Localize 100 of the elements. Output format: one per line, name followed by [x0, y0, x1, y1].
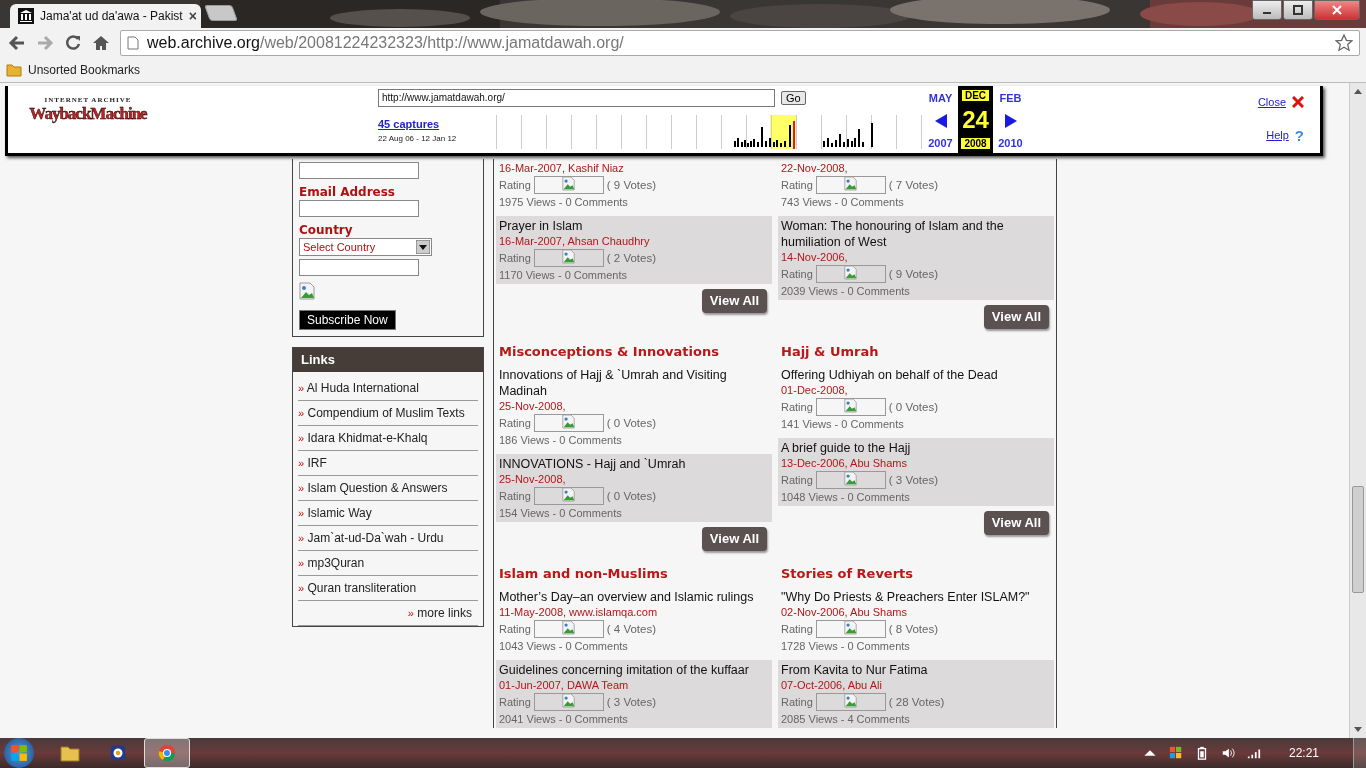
- section-title[interactable]: Islam and non-Muslims: [496, 565, 772, 583]
- name-input[interactable]: [299, 162, 419, 179]
- section-title[interactable]: Stories of Reverts: [778, 565, 1054, 583]
- reload-icon[interactable]: [64, 34, 82, 52]
- maximize-button[interactable]: [1283, 0, 1313, 20]
- article-title[interactable]: From Kavita to Nur Fatima: [781, 662, 1051, 678]
- close-tab-button[interactable]: ×: [188, 8, 197, 24]
- rating-label: Rating: [781, 623, 813, 635]
- subscribe-button[interactable]: Subscribe Now: [299, 310, 396, 330]
- field-label: Country: [299, 223, 353, 237]
- clock[interactable]: 22:21: [1288, 746, 1319, 760]
- browser-tab[interactable]: Jama'at ud da'awa - Pakist ×: [10, 4, 201, 28]
- more-links-link[interactable]: » more links: [298, 601, 478, 626]
- previous-month-link[interactable]: MAY: [928, 92, 953, 104]
- folder-icon[interactable]: [60, 744, 80, 762]
- article-date: 11-May-2008, www.islamqa.com: [499, 605, 659, 619]
- speaker-icon[interactable]: [1220, 746, 1235, 760]
- star-icon[interactable]: [1335, 34, 1353, 52]
- browser-icon[interactable]: [158, 744, 176, 762]
- article-title[interactable]: Offering Udhiyah on behalf of the Dead: [781, 367, 1051, 383]
- home-icon[interactable]: [92, 34, 110, 52]
- article-stats: 1170 Views - 0 Comments: [499, 268, 628, 283]
- sidebar-link[interactable]: » IRF: [298, 451, 478, 476]
- article-stats: 743 Views - 0 Comments: [781, 195, 905, 210]
- rating-label: Rating: [781, 696, 813, 708]
- sidebar-link[interactable]: » Jam`at-ud-Da`wah - Urdu: [298, 526, 478, 551]
- previous-arrow-icon[interactable]: [933, 112, 948, 129]
- close-window-button[interactable]: [1314, 0, 1360, 20]
- section-title[interactable]: Misconceptions & Innovations: [496, 343, 772, 361]
- view-all-button[interactable]: View All: [701, 527, 767, 551]
- country-select[interactable]: Select Country: [299, 238, 432, 256]
- view-all-button[interactable]: View All: [701, 289, 767, 313]
- bookmark-folder[interactable]: Unsorted Bookmarks: [6, 63, 141, 77]
- article-stats: 154 Views - 0 Comments: [499, 506, 623, 521]
- scrollbar[interactable]: [1349, 83, 1366, 738]
- help-link[interactable]: Help: [1266, 129, 1289, 141]
- article-date: 01-Dec-2008,: [781, 383, 849, 397]
- sidebar-link[interactable]: » Idara Khidmat-e-Khalq: [298, 426, 478, 451]
- close-icon[interactable]: [1292, 95, 1304, 108]
- article-title[interactable]: A brief guide to the Hajj: [781, 440, 1051, 456]
- article-stats: 1728 Views - 0 Comments: [781, 639, 911, 654]
- vote-count: ( 2 Votes): [606, 252, 656, 264]
- next-arrow-icon[interactable]: [1003, 112, 1018, 129]
- museum-icon: [18, 8, 34, 24]
- vote-count: ( 7 Votes): [888, 179, 938, 191]
- folder-icon[interactable]: [6, 63, 22, 77]
- section-title[interactable]: Hajj & Umrah: [778, 343, 1054, 361]
- sidebar-link[interactable]: » Islamic Way: [298, 501, 478, 526]
- article-title[interactable]: Innovations of Hajj & `Umrah and Visiting Madinah: [499, 367, 769, 399]
- show-desktop-button[interactable]: [1353, 738, 1366, 768]
- previous-year-link[interactable]: 2007: [928, 137, 953, 149]
- view-all-button[interactable]: View All: [983, 511, 1049, 535]
- current-month: DEC: [961, 90, 990, 101]
- minimize-button[interactable]: [1252, 0, 1282, 20]
- start-button[interactable]: [4, 738, 34, 768]
- flag-icon[interactable]: [1168, 746, 1183, 760]
- rating-label: Rating: [781, 268, 813, 280]
- field-label: Email Address: [299, 185, 395, 199]
- rating-label: Rating: [499, 490, 531, 502]
- address-field[interactable]: web.archive.org/web/20081224232323/http://www.jamatdawah.org/: [120, 30, 1360, 56]
- next-year-link[interactable]: 2010: [998, 137, 1023, 149]
- article-date: 25-Nov-2008,: [499, 399, 567, 413]
- article-title[interactable]: "Why Do Priests & Preachers Enter ISLAM?": [781, 589, 1051, 605]
- dropdown-arrow-icon[interactable]: [416, 240, 430, 254]
- vote-count: ( 0 Votes): [888, 401, 938, 413]
- sidebar-link[interactable]: » Islam Question & Answers: [298, 476, 478, 501]
- sidebar-link[interactable]: » mp3Quran: [298, 551, 478, 576]
- browser-taskbar-button[interactable]: [144, 738, 190, 768]
- next-month-link[interactable]: FEB: [999, 92, 1022, 104]
- start-icon[interactable]: [10, 744, 28, 762]
- sidebar-link[interactable]: » Quran transliteration: [298, 576, 478, 601]
- captcha-input[interactable]: [299, 259, 419, 276]
- article-title[interactable]: Mother’s Day–an overview and Islamic rulings: [499, 589, 769, 605]
- back-icon[interactable]: [8, 34, 26, 52]
- scroll-thumb[interactable]: [1352, 486, 1364, 593]
- article-title[interactable]: Prayer in Islam: [499, 218, 769, 234]
- scroll-up-icon[interactable]: [1354, 88, 1362, 94]
- view-all-button[interactable]: View All: [983, 305, 1049, 329]
- maximize-icon[interactable]: [1293, 5, 1303, 15]
- email-input[interactable]: [299, 200, 419, 217]
- app-icon[interactable]: [109, 744, 127, 762]
- sidebar-link[interactable]: » Al Huda International: [298, 376, 478, 401]
- wayback-logo[interactable]: WaybackMachine: [29, 104, 147, 124]
- close-link[interactable]: Close: [1257, 95, 1286, 108]
- rating-label: Rating: [499, 179, 531, 191]
- article-title[interactable]: Woman: The honouring of Islam and the humiliation of West: [781, 218, 1051, 250]
- url-input[interactable]: http://www.jamatdawah.org/: [378, 89, 775, 107]
- scroll-down-icon[interactable]: [1354, 727, 1362, 733]
- article-stats: 2085 Views - 4 Comments: [781, 712, 911, 727]
- vote-count: ( 3 Votes): [606, 696, 656, 708]
- go-button[interactable]: Go: [781, 91, 806, 105]
- current-day: 24: [962, 106, 989, 133]
- captures-link[interactable]: 45 captures: [378, 118, 471, 130]
- article-date: 22-Nov-2008,: [781, 161, 849, 175]
- broken-image-icon: [299, 282, 315, 300]
- article-title[interactable]: Guidelines concerning imitation of the kuffaar: [499, 662, 769, 678]
- article-date: 16-Mar-2007, Kashif Niaz: [499, 161, 625, 175]
- article-title[interactable]: INNOVATIONS - Hajj and `Umrah: [499, 456, 769, 472]
- sidebar-link[interactable]: » Compendium of Muslim Texts: [298, 401, 478, 426]
- page-icon: [127, 36, 139, 50]
